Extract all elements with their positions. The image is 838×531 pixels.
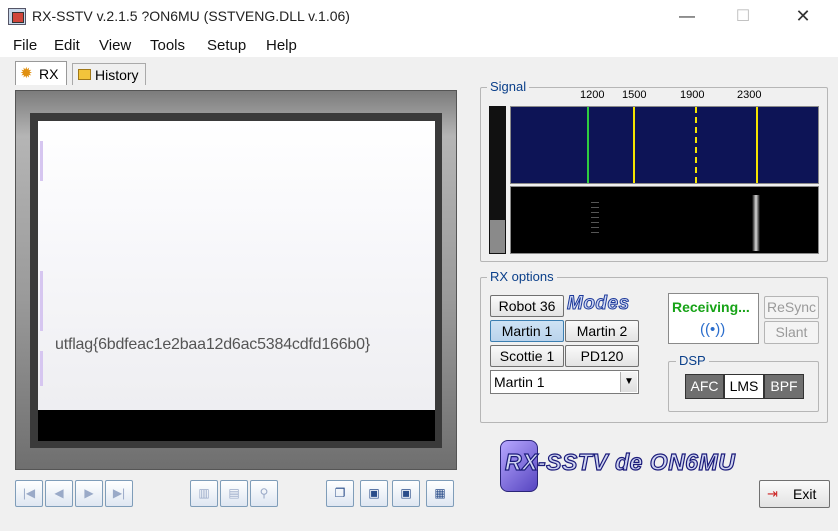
minimize-button[interactable]: — <box>664 0 710 33</box>
history-icon <box>78 69 91 80</box>
waterfall-trace <box>591 202 599 236</box>
save-button[interactable]: ▣ <box>360 480 388 507</box>
mode-select-value: Martin 1 <box>494 374 545 390</box>
tab-rx[interactable]: ✹ RX <box>15 61 67 85</box>
freq-tick-label: 1900 <box>680 89 705 101</box>
image-noise <box>40 271 43 331</box>
freq-tick-label: 1500 <box>622 89 647 101</box>
freq-tick-label: 2300 <box>737 89 762 101</box>
signal-group-label: Signal <box>487 79 530 94</box>
exit-label: Exit <box>793 486 817 502</box>
close-button[interactable]: ✕ <box>780 0 826 33</box>
exit-icon: ⇥ <box>767 486 778 501</box>
bpf-button[interactable]: BPF <box>764 374 804 399</box>
tab-history[interactable]: History <box>72 63 146 85</box>
maximize-button[interactable]: ☐ <box>720 0 766 33</box>
app-logo: RX-SSTV de ON6MU <box>504 448 736 475</box>
prev-image-button[interactable]: ◀ <box>45 480 73 507</box>
save-as-button[interactable]: ▣ <box>392 480 420 507</box>
receiving-status: Receiving... <box>672 299 750 315</box>
waterfall-display <box>510 186 819 254</box>
dsp-label: DSP <box>676 353 709 368</box>
mode-martin1-button[interactable]: Martin 1 <box>490 320 564 342</box>
resync-button[interactable]: ReSync <box>764 296 819 319</box>
exit-button[interactable]: ⇥ Exit <box>759 480 830 508</box>
next-image-button[interactable]: ▶ <box>75 480 103 507</box>
open-folder-button[interactable]: ▤ <box>220 480 248 507</box>
menu-setup[interactable]: Setup <box>207 37 246 54</box>
mode-robot36-button[interactable]: Robot 36 <box>490 295 564 317</box>
app-icon <box>8 8 26 25</box>
rx-options-label: RX options <box>487 269 557 284</box>
waterfall-trace <box>752 195 760 251</box>
decoded-flag-text: utflag{6bdfeac1e2baa12d6ac5384cdfd166b0} <box>55 336 370 353</box>
lms-button[interactable]: LMS <box>724 374 764 399</box>
modes-logo: Modes <box>567 293 630 315</box>
sync-marker-1200 <box>587 107 589 183</box>
tab-rx-label: RX <box>39 66 59 82</box>
image-unreceived-area <box>38 410 435 441</box>
menu-help[interactable]: Help <box>266 37 297 54</box>
image-noise <box>40 141 43 181</box>
gear-icon: ✹ <box>20 65 33 82</box>
image-noise <box>40 351 43 386</box>
mode-martin2-button[interactable]: Martin 2 <box>565 320 639 342</box>
zoom-button[interactable]: ⚲ <box>250 480 278 507</box>
tab-history-label: History <box>95 67 139 83</box>
afc-button[interactable]: AFC <box>685 374 724 399</box>
spectrum-display[interactable] <box>510 106 819 184</box>
chevron-down-icon[interactable]: ▼ <box>620 372 637 392</box>
first-image-button[interactable]: |◀ <box>15 480 43 507</box>
marker-1500 <box>633 107 635 183</box>
window-title: RX-SSTV v.2.1.5 ?ON6MU (SSTVENG.DLL v.1.… <box>32 8 350 24</box>
menu-edit[interactable]: Edit <box>54 37 80 54</box>
signal-level-fill <box>490 220 505 253</box>
marker-1900 <box>695 107 697 183</box>
mode-pd120-button[interactable]: PD120 <box>565 345 639 367</box>
image-settings-button[interactable]: ▦ <box>426 480 454 507</box>
antenna-icon: ((•)) <box>700 321 726 338</box>
menu-view[interactable]: View <box>99 37 131 54</box>
marker-2300 <box>756 107 758 183</box>
last-image-button[interactable]: ▶| <box>105 480 133 507</box>
slant-button[interactable]: Slant <box>764 321 819 344</box>
received-image <box>38 121 435 441</box>
menu-tools[interactable]: Tools <box>150 37 185 54</box>
menu-file[interactable]: File <box>13 37 37 54</box>
copy-button[interactable]: ❐ <box>326 480 354 507</box>
mode-scottie1-button[interactable]: Scottie 1 <box>490 345 564 367</box>
delete-image-button[interactable]: ▥ <box>190 480 218 507</box>
freq-tick-label: 1200 <box>580 89 605 101</box>
